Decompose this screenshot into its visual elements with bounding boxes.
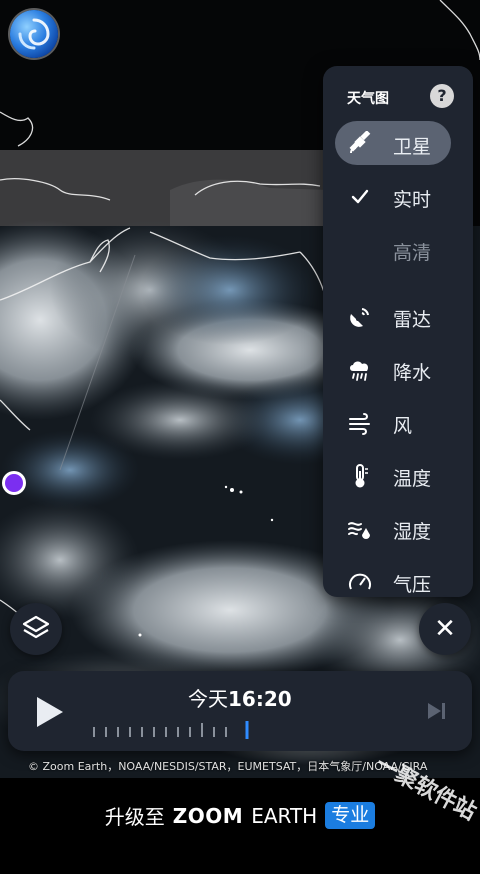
menu-item-label: 风: [393, 415, 413, 437]
app-logo[interactable]: [10, 10, 58, 58]
menu-item-label: 气压: [393, 574, 432, 596]
zoom-earth-logo-icon: [18, 18, 50, 50]
upgrade-prefix: 升级至: [104, 805, 165, 829]
time-value: 16:20: [228, 687, 292, 711]
skip-to-latest-icon[interactable]: [426, 701, 448, 721]
menu-item-radar[interactable]: 雷达: [335, 294, 451, 338]
precipitation-icon: [350, 361, 369, 381]
play-icon[interactable]: [33, 695, 65, 729]
menu-item-label: 湿度: [393, 521, 432, 543]
thermometer-icon: [355, 464, 368, 488]
satellite-icon: [349, 131, 371, 154]
menu-item-hd[interactable]: 高清: [335, 227, 451, 271]
menu-item-realtime[interactable]: 实时: [335, 174, 451, 218]
menu-item-temperature[interactable]: 温度: [335, 453, 451, 497]
menu-title: 天气图: [347, 91, 389, 107]
gauge-icon: [349, 573, 371, 590]
menu-item-precipitation[interactable]: 降水: [335, 347, 451, 391]
radar-icon: [350, 308, 369, 327]
brand-earth: EARTH: [251, 803, 318, 828]
layers-icon: [22, 615, 50, 639]
menu-item-label: 降水: [393, 362, 432, 384]
wind-icon: [349, 413, 370, 435]
menu-item-pressure[interactable]: 气压: [335, 559, 451, 597]
menu-item-satellite[interactable]: 卫星: [335, 121, 451, 165]
menu-item-label: 温度: [393, 468, 432, 490]
timeline-panel: 今天16:20: [8, 671, 472, 751]
weather-map-menu: 天气图 ? 卫星 实时 高清 雷达 降水 风 温度 湿度 气压: [323, 66, 473, 597]
help-button[interactable]: ?: [430, 84, 454, 108]
menu-item-humidity[interactable]: 湿度: [335, 506, 451, 550]
menu-item-label: 实时: [393, 189, 432, 211]
menu-item-label: 雷达: [393, 309, 432, 331]
menu-item-label: 高清: [393, 242, 432, 264]
current-time-label: 今天16:20: [188, 683, 292, 712]
layers-button[interactable]: [10, 603, 62, 655]
humidity-icon: [348, 522, 370, 539]
menu-item-label: 卫星: [393, 136, 432, 158]
day-label: 今天: [188, 687, 228, 711]
attribution-text: © Zoom Earth，NOAA/NESDIS/STAR，EUMETSAT，日…: [28, 760, 428, 773]
check-icon: [351, 189, 369, 204]
menu-item-wind[interactable]: 风: [335, 400, 451, 444]
close-icon: ✕: [434, 614, 456, 644]
close-menu-button[interactable]: ✕: [419, 603, 471, 655]
brand-zoom: ZOOM: [172, 803, 244, 828]
timeline-scrubber[interactable]: [92, 721, 252, 741]
